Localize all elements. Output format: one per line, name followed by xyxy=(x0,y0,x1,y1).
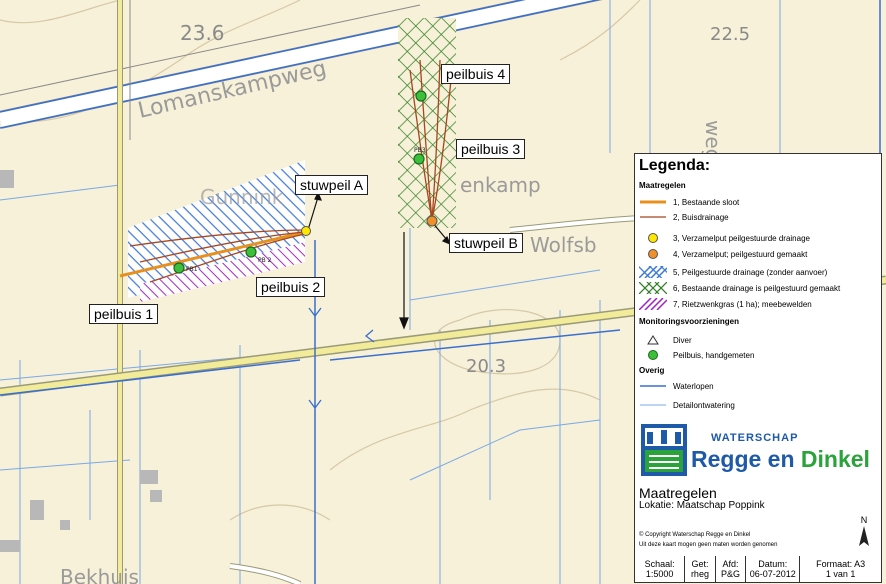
copyright-line-1: © Copyright Waterschap Regge en Dinkel xyxy=(639,532,751,538)
legend-item-blue-hatch: 5, Peilgestuurde drainage (zonder aanvoe… xyxy=(639,266,827,278)
legend-section-other: Overig xyxy=(639,366,665,375)
label-enkamp: enkamp xyxy=(460,173,541,197)
legend-title: Legenda: xyxy=(639,157,711,174)
footer-format: Formaat: A3 1 van 1 xyxy=(816,559,866,579)
lightblue-line-icon xyxy=(640,404,666,406)
footer-scale: Schaal: 1:5000 xyxy=(635,556,686,582)
label-bekhuis: Bekhuis xyxy=(60,565,139,584)
callout-stuwpeil-b: stuwpeil B xyxy=(449,233,523,253)
purple-hatch-icon xyxy=(639,298,667,310)
collection-well-yellow[interactable] xyxy=(301,226,311,236)
map-footer: Schaal: 1:5000 Get: rheg Afd: P&G Datum: 06-… xyxy=(634,556,882,583)
legend-label: Peilbuis, handgemeten xyxy=(673,350,755,360)
footer-date: Datum: 06-07-2012 xyxy=(746,556,801,582)
legend-label: Diver xyxy=(673,335,692,345)
callout-peilbuis-4: peilbuis 4 xyxy=(441,64,511,84)
piezometer-4[interactable] xyxy=(415,90,427,102)
legend-label: 6, Bestaande drainage is peilgestuurd ge… xyxy=(673,283,841,293)
legend-panel: Legenda: Maatregelen 1, Bestaande sloot … xyxy=(634,153,882,417)
label-pb1: PB1 xyxy=(186,266,198,273)
measure-6-area xyxy=(398,18,456,228)
green-dot-icon xyxy=(648,350,658,360)
orange-dot-icon xyxy=(648,249,658,259)
north-arrow-icon: N xyxy=(859,515,869,546)
legend-label: 5, Peilgestuurde drainage (zonder aanvoe… xyxy=(673,267,828,277)
label-elev-236: 23.6 xyxy=(180,21,225,45)
label-gunnink: Gunnink xyxy=(200,185,284,209)
legend-section-measures: Maatregelen xyxy=(639,181,686,190)
collection-well-orange[interactable] xyxy=(426,215,438,227)
callout-peilbuis-1: peilbuis 1 xyxy=(89,304,159,324)
piezometer-1[interactable] xyxy=(173,262,185,274)
waterschap-logo: WATERSCHAP Regge en Dinkel xyxy=(634,416,882,485)
blue-hatch-icon xyxy=(639,266,667,278)
blue-line-icon xyxy=(640,385,666,387)
yellow-dot-icon xyxy=(648,233,658,243)
legend-item-piezometer: Peilbuis, handgemeten xyxy=(639,349,754,361)
map-title: Maatregelen xyxy=(639,485,717,501)
footer-get: Get: rheg xyxy=(685,556,716,582)
castle-crest-icon xyxy=(641,424,687,476)
legend-label: Waterlopen xyxy=(673,381,714,391)
label-pb2: PB 2 xyxy=(258,257,272,264)
legend-label: 1, Bestaande sloot xyxy=(673,197,740,207)
piezometer-3[interactable] xyxy=(413,153,425,165)
label-elev-225: 22.5 xyxy=(710,24,750,45)
orange-line-icon xyxy=(640,200,666,204)
logo-line-2: Regge en Dinkel xyxy=(691,446,870,472)
label-pb3: PB3 xyxy=(414,147,426,154)
label-wolfsb: Wolfsb xyxy=(530,233,597,257)
location-text: Lokatie: Maatschap Poppink xyxy=(639,500,765,511)
footer-afd: Afd: P&G xyxy=(716,556,747,582)
green-crosshatch-icon xyxy=(639,282,667,294)
legend-item-existing-ditch: 1, Bestaande sloot xyxy=(639,196,739,208)
callout-peilbuis-3: peilbuis 3 xyxy=(456,139,526,159)
legend-item-purple-hatch: 7, Rietzwenkgras (1 ha); meebewelden xyxy=(639,298,812,310)
copyright-line-2: Uit deze kaart mogen geen maten worden g… xyxy=(639,542,778,548)
legend-item-orange-well: 4, Verzamelput; peilgestuurd gemaakt xyxy=(639,248,807,260)
legend-item-pipe-drainage: 2, Buisdrainage xyxy=(639,211,729,223)
legend-item-waterlopen: Waterlopen xyxy=(639,380,714,392)
legend-item-diver: Diver xyxy=(639,334,692,346)
legend-label: Detailontwatering xyxy=(673,400,735,410)
legend-label: 2, Buisdrainage xyxy=(673,212,729,222)
legend-label: 3, Verzamelput peilgestuurde drainage xyxy=(673,233,810,243)
triangle-icon xyxy=(647,335,659,345)
svg-text:N: N xyxy=(861,515,868,525)
brown-line-icon xyxy=(640,216,666,218)
legend-label: 7, Rietzwenkgras (1 ha); meebewelden xyxy=(673,299,812,309)
legend-item-green-crosshatch: 6, Bestaande drainage is peilgestuurd ge… xyxy=(639,282,840,294)
piezometer-2[interactable] xyxy=(245,246,257,258)
callout-stuwpeil-a: stuwpeil A xyxy=(295,175,369,195)
logo-line-1: WATERSCHAP xyxy=(711,432,799,444)
legend-label: 4, Verzamelput; peilgestuurd gemaakt xyxy=(673,249,808,259)
legend-section-monitoring: Monitoringsvoorzieningen xyxy=(639,317,739,326)
label-elev-203: 20.3 xyxy=(466,356,506,377)
callout-peilbuis-2: peilbuis 2 xyxy=(256,277,326,297)
legend-item-yellow-well: 3, Verzamelput peilgestuurde drainage xyxy=(639,232,810,244)
legend-item-detailontwatering: Detailontwatering xyxy=(639,399,735,411)
title-block: Maatregelen Lokatie: Maatschap Poppink ©… xyxy=(634,484,882,557)
